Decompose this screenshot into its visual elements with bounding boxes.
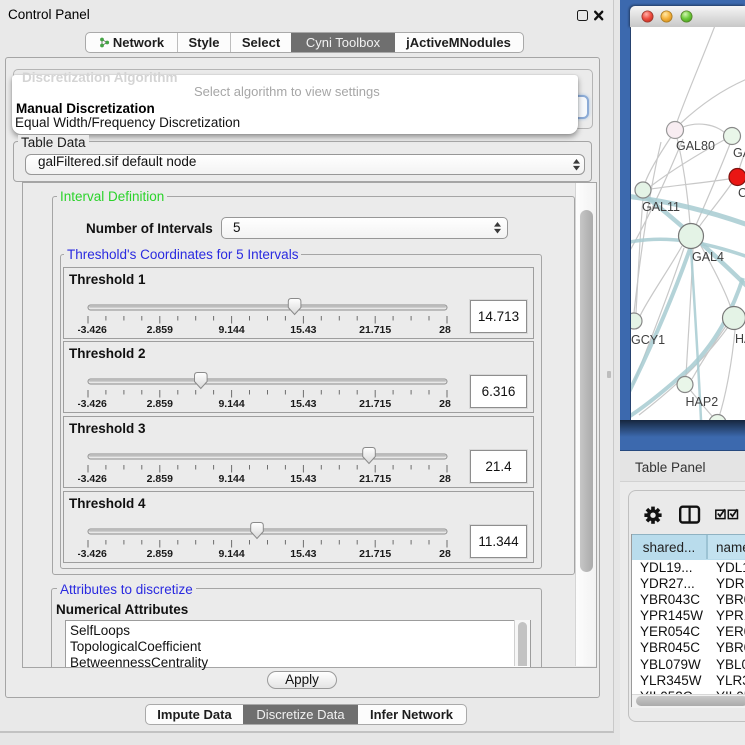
svg-text:CY: CY <box>738 186 745 200</box>
svg-text:GAL11: GAL11 <box>642 200 680 214</box>
svg-text:2.859: 2.859 <box>147 548 173 560</box>
svg-text:15.43: 15.43 <box>290 324 316 336</box>
svg-text:15.43: 15.43 <box>290 473 316 485</box>
svg-text:HAP2: HAP2 <box>686 395 719 409</box>
svg-text:15.43: 15.43 <box>290 398 316 410</box>
svg-text:GA: GA <box>733 146 745 160</box>
svg-text:21.715: 21.715 <box>359 398 391 410</box>
svg-text:-3.426: -3.426 <box>78 324 107 336</box>
svg-text:28: 28 <box>439 548 451 560</box>
svg-text:9.144: 9.144 <box>218 548 244 560</box>
svg-text:GCY1: GCY1 <box>631 333 665 347</box>
svg-text:-3.426: -3.426 <box>78 548 107 560</box>
svg-text:2.859: 2.859 <box>147 473 173 485</box>
svg-text:28: 28 <box>439 398 451 410</box>
svg-text:2.859: 2.859 <box>147 324 173 336</box>
svg-text:28: 28 <box>439 324 451 336</box>
svg-text:-3.426: -3.426 <box>78 398 107 410</box>
svg-text:21.715: 21.715 <box>359 548 391 560</box>
svg-text:9.144: 9.144 <box>218 398 244 410</box>
svg-text:28: 28 <box>439 473 451 485</box>
svg-text:9.144: 9.144 <box>218 473 244 485</box>
svg-text:21.715: 21.715 <box>359 324 391 336</box>
svg-text:-3.426: -3.426 <box>78 473 107 485</box>
svg-text:21.715: 21.715 <box>359 473 391 485</box>
svg-text:9.144: 9.144 <box>218 324 244 336</box>
svg-text:HA: HA <box>735 332 745 346</box>
svg-text:GAL4: GAL4 <box>692 250 724 264</box>
svg-text:2.859: 2.859 <box>147 398 173 410</box>
svg-text:15.43: 15.43 <box>290 548 316 560</box>
svg-text:GAL80: GAL80 <box>676 139 715 153</box>
